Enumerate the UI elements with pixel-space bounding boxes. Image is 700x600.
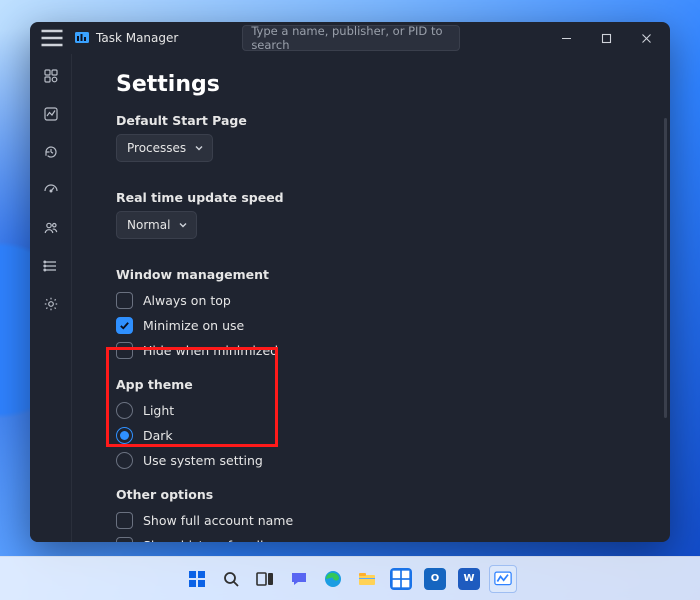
checkbox-always-on-top[interactable]: Always on top bbox=[116, 288, 644, 313]
page-title: Settings bbox=[116, 72, 644, 97]
chevron-down-icon bbox=[178, 220, 188, 230]
radio-icon bbox=[116, 427, 133, 444]
radio-label: Use system setting bbox=[143, 453, 263, 468]
default-start-page-label: Default Start Page bbox=[116, 113, 644, 128]
menu-button[interactable] bbox=[38, 24, 66, 52]
radio-icon bbox=[116, 452, 133, 469]
app-theme-group: App theme Light Dark Use system setting bbox=[116, 377, 644, 473]
maximize-button[interactable] bbox=[586, 22, 626, 54]
task-manager-window: Task Manager Type a name, publisher, or … bbox=[30, 22, 670, 542]
search-input[interactable]: Type a name, publisher, or PID to search bbox=[242, 25, 460, 51]
sidebar bbox=[30, 54, 72, 542]
window-body: Settings Default Start Page Processes Re… bbox=[30, 54, 670, 542]
dropdown-value: Normal bbox=[127, 218, 170, 232]
checkbox-hide-when-minimized[interactable]: Hide when minimized bbox=[116, 338, 644, 363]
radio-icon bbox=[116, 402, 133, 419]
other-options-label: Other options bbox=[116, 487, 644, 502]
task-manager-taskbar-icon[interactable] bbox=[489, 565, 517, 593]
edge-icon[interactable] bbox=[319, 565, 347, 593]
sidebar-item-performance[interactable] bbox=[34, 98, 68, 130]
app-icon bbox=[74, 30, 90, 46]
search-placeholder: Type a name, publisher, or PID to search bbox=[251, 24, 451, 52]
store-icon[interactable] bbox=[387, 565, 415, 593]
sidebar-item-users[interactable] bbox=[34, 212, 68, 244]
update-speed-dropdown[interactable]: Normal bbox=[116, 211, 197, 239]
checkbox-full-account-name[interactable]: Show full account name bbox=[116, 508, 644, 533]
close-button[interactable] bbox=[626, 22, 666, 54]
checkbox-label: Hide when minimized bbox=[143, 343, 278, 358]
search-icon[interactable] bbox=[217, 565, 245, 593]
sidebar-item-processes[interactable] bbox=[34, 60, 68, 92]
explorer-icon[interactable] bbox=[353, 565, 381, 593]
radio-label: Light bbox=[143, 403, 174, 418]
minimize-button[interactable] bbox=[546, 22, 586, 54]
checkbox-icon bbox=[116, 317, 133, 334]
default-start-page-dropdown[interactable]: Processes bbox=[116, 134, 213, 162]
start-button[interactable] bbox=[183, 565, 211, 593]
settings-page: Settings Default Start Page Processes Re… bbox=[72, 54, 670, 542]
checkbox-label: Always on top bbox=[143, 293, 231, 308]
checkbox-icon bbox=[116, 342, 133, 359]
checkbox-label: Minimize on use bbox=[143, 318, 244, 333]
radio-label: Dark bbox=[143, 428, 173, 443]
word-icon[interactable]: W bbox=[455, 565, 483, 593]
sidebar-item-app-history[interactable] bbox=[34, 136, 68, 168]
taskview-icon[interactable] bbox=[251, 565, 279, 593]
radio-light[interactable]: Light bbox=[116, 398, 644, 423]
checkbox-label: Show history for all processes bbox=[143, 538, 330, 542]
checkbox-icon bbox=[116, 512, 133, 529]
radio-dark[interactable]: Dark bbox=[116, 423, 644, 448]
sidebar-item-services[interactable] bbox=[34, 288, 68, 320]
outlook-icon[interactable]: O bbox=[421, 565, 449, 593]
chat-icon[interactable] bbox=[285, 565, 313, 593]
app-theme-label: App theme bbox=[116, 377, 644, 392]
taskbar: O W bbox=[0, 556, 700, 600]
checkbox-minimize-on-use[interactable]: Minimize on use bbox=[116, 313, 644, 338]
checkbox-icon bbox=[116, 537, 133, 542]
other-options-group: Other options Show full account name Sho… bbox=[116, 487, 644, 542]
update-speed-label: Real time update speed bbox=[116, 190, 644, 205]
app-title: Task Manager bbox=[96, 31, 178, 45]
dropdown-value: Processes bbox=[127, 141, 186, 155]
checkbox-label: Show full account name bbox=[143, 513, 293, 528]
titlebar: Task Manager Type a name, publisher, or … bbox=[30, 22, 670, 54]
chevron-down-icon bbox=[194, 143, 204, 153]
window-management-group: Window management Always on top Minimize… bbox=[116, 267, 644, 363]
checkbox-history-all-processes[interactable]: Show history for all processes bbox=[116, 533, 644, 542]
sidebar-item-startup[interactable] bbox=[34, 174, 68, 206]
radio-system[interactable]: Use system setting bbox=[116, 448, 644, 473]
checkbox-icon bbox=[116, 292, 133, 309]
sidebar-item-details[interactable] bbox=[34, 250, 68, 282]
scrollbar[interactable] bbox=[664, 118, 667, 418]
window-management-label: Window management bbox=[116, 267, 644, 282]
